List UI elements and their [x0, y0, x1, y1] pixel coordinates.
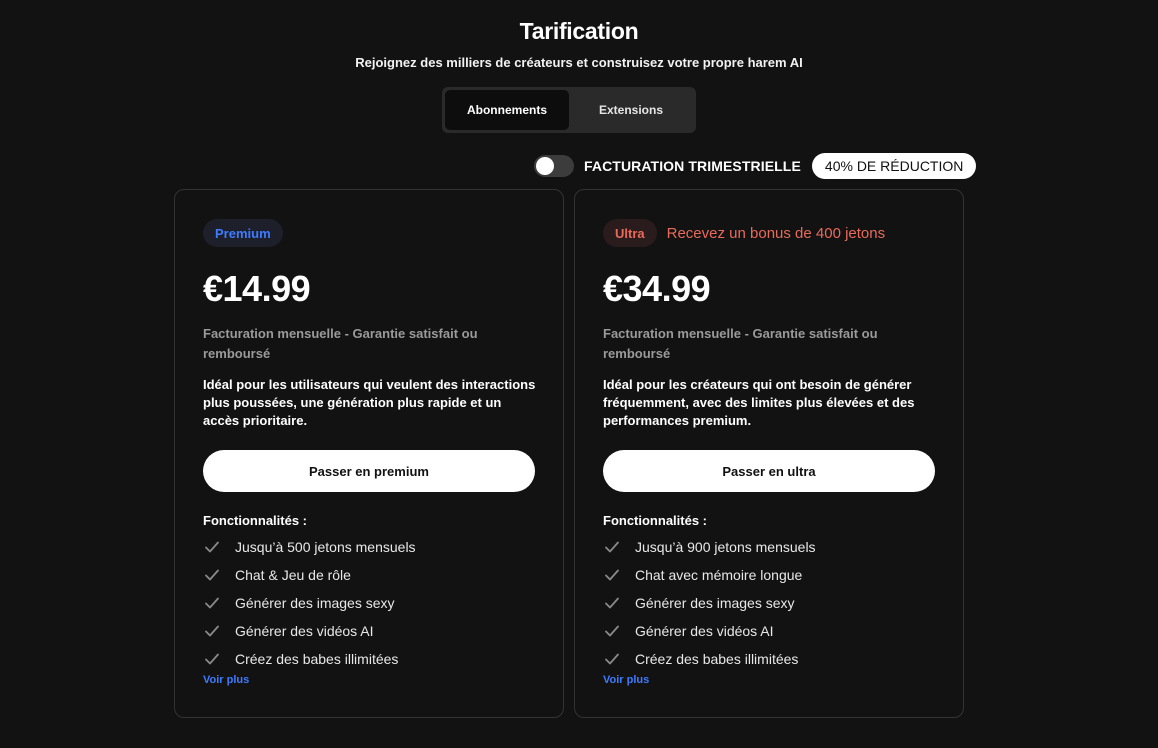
- check-icon: [205, 625, 219, 637]
- feature-item: Jusqu’à 900 jetons mensuels: [603, 533, 816, 561]
- tab-extensions[interactable]: Extensions: [569, 90, 693, 130]
- features-title: Fonctionnalités :: [603, 513, 707, 528]
- page-title: Tarification: [519, 18, 639, 44]
- feature-item: Chat avec mémoire longue: [603, 561, 816, 589]
- check-icon: [205, 541, 219, 553]
- plan-badge-row: Ultra Recevez un bonus de 400 jetons: [603, 219, 885, 247]
- check-icon: [205, 653, 219, 665]
- plan-card-ultra: Ultra Recevez un bonus de 400 jetons €34…: [574, 189, 964, 718]
- check-icon: [605, 653, 619, 665]
- check-icon: [605, 569, 619, 581]
- feature-label: Créez des babes illimitées: [635, 651, 799, 667]
- bonus-text: Recevez un bonus de 400 jetons: [666, 224, 886, 242]
- features-list: Jusqu’à 500 jetons mensuels Chat & Jeu d…: [203, 533, 416, 673]
- discount-badge: 40% DE RÉDUCTION: [811, 153, 977, 179]
- plan-card-premium: Premium €14.99 Facturation mensuelle - G…: [174, 189, 564, 718]
- check-icon: [605, 625, 619, 637]
- tab-subscriptions[interactable]: Abonnements: [445, 90, 569, 130]
- feature-item: Créez des babes illimitées: [203, 645, 416, 673]
- feature-label: Générer des images sexy: [235, 595, 395, 611]
- feature-item: Générer des images sexy: [203, 589, 416, 617]
- see-more-link[interactable]: Voir plus: [603, 674, 649, 686]
- feature-item: Générer des vidéos AI: [203, 617, 416, 645]
- pricing-page: Tarification Rejoignez des milliers de c…: [0, 0, 1158, 748]
- check-icon: [205, 569, 219, 581]
- plan-price: €34.99: [603, 268, 711, 309]
- billing-note: Facturation mensuelle - Garantie satisfa…: [203, 326, 478, 361]
- page-subtitle: Rejoignez des milliers de créateurs et c…: [355, 55, 803, 70]
- plan-badge-row: Premium: [203, 219, 283, 247]
- features-list: Jusqu’à 900 jetons mensuels Chat avec mé…: [603, 533, 816, 673]
- feature-label: Générer des vidéos AI: [235, 623, 374, 639]
- feature-item: Générer des images sexy: [603, 589, 816, 617]
- feature-item: Chat & Jeu de rôle: [203, 561, 416, 589]
- plan-price: €14.99: [203, 268, 311, 309]
- quarterly-billing-label: FACTURATION TRIMESTRIELLE: [584, 158, 801, 174]
- plan-badge-premium: Premium: [203, 219, 283, 247]
- feature-label: Générer des images sexy: [635, 595, 795, 611]
- plan-description: Idéal pour les créateurs qui ont besoin …: [603, 377, 915, 428]
- toggle-knob: [536, 157, 554, 175]
- see-more-link[interactable]: Voir plus: [203, 674, 249, 686]
- plan-badge-ultra: Ultra: [603, 219, 657, 247]
- upgrade-ultra-button[interactable]: Passer en ultra: [603, 450, 935, 492]
- plan-description: Idéal pour les utilisateurs qui veulent …: [203, 377, 536, 428]
- upgrade-premium-button[interactable]: Passer en premium: [203, 450, 535, 492]
- check-icon: [205, 597, 219, 609]
- billing-note: Facturation mensuelle - Garantie satisfa…: [603, 326, 878, 361]
- feature-label: Jusqu’à 500 jetons mensuels: [235, 539, 416, 555]
- feature-item: Jusqu’à 500 jetons mensuels: [203, 533, 416, 561]
- feature-label: Jusqu’à 900 jetons mensuels: [635, 539, 816, 555]
- check-icon: [605, 597, 619, 609]
- feature-label: Chat avec mémoire longue: [635, 567, 803, 583]
- features-title: Fonctionnalités :: [203, 513, 307, 528]
- feature-label: Chat & Jeu de rôle: [235, 567, 351, 583]
- feature-label: Créez des babes illimitées: [235, 651, 399, 667]
- feature-item: Créez des babes illimitées: [603, 645, 816, 673]
- feature-label: Générer des vidéos AI: [635, 623, 774, 639]
- plan-type-tabs: Abonnements Extensions: [442, 87, 696, 133]
- check-icon: [605, 541, 619, 553]
- feature-item: Générer des vidéos AI: [603, 617, 816, 645]
- quarterly-billing-toggle[interactable]: [534, 155, 574, 177]
- billing-period-row: FACTURATION TRIMESTRIELLE 40% DE RÉDUCTI…: [534, 153, 977, 179]
